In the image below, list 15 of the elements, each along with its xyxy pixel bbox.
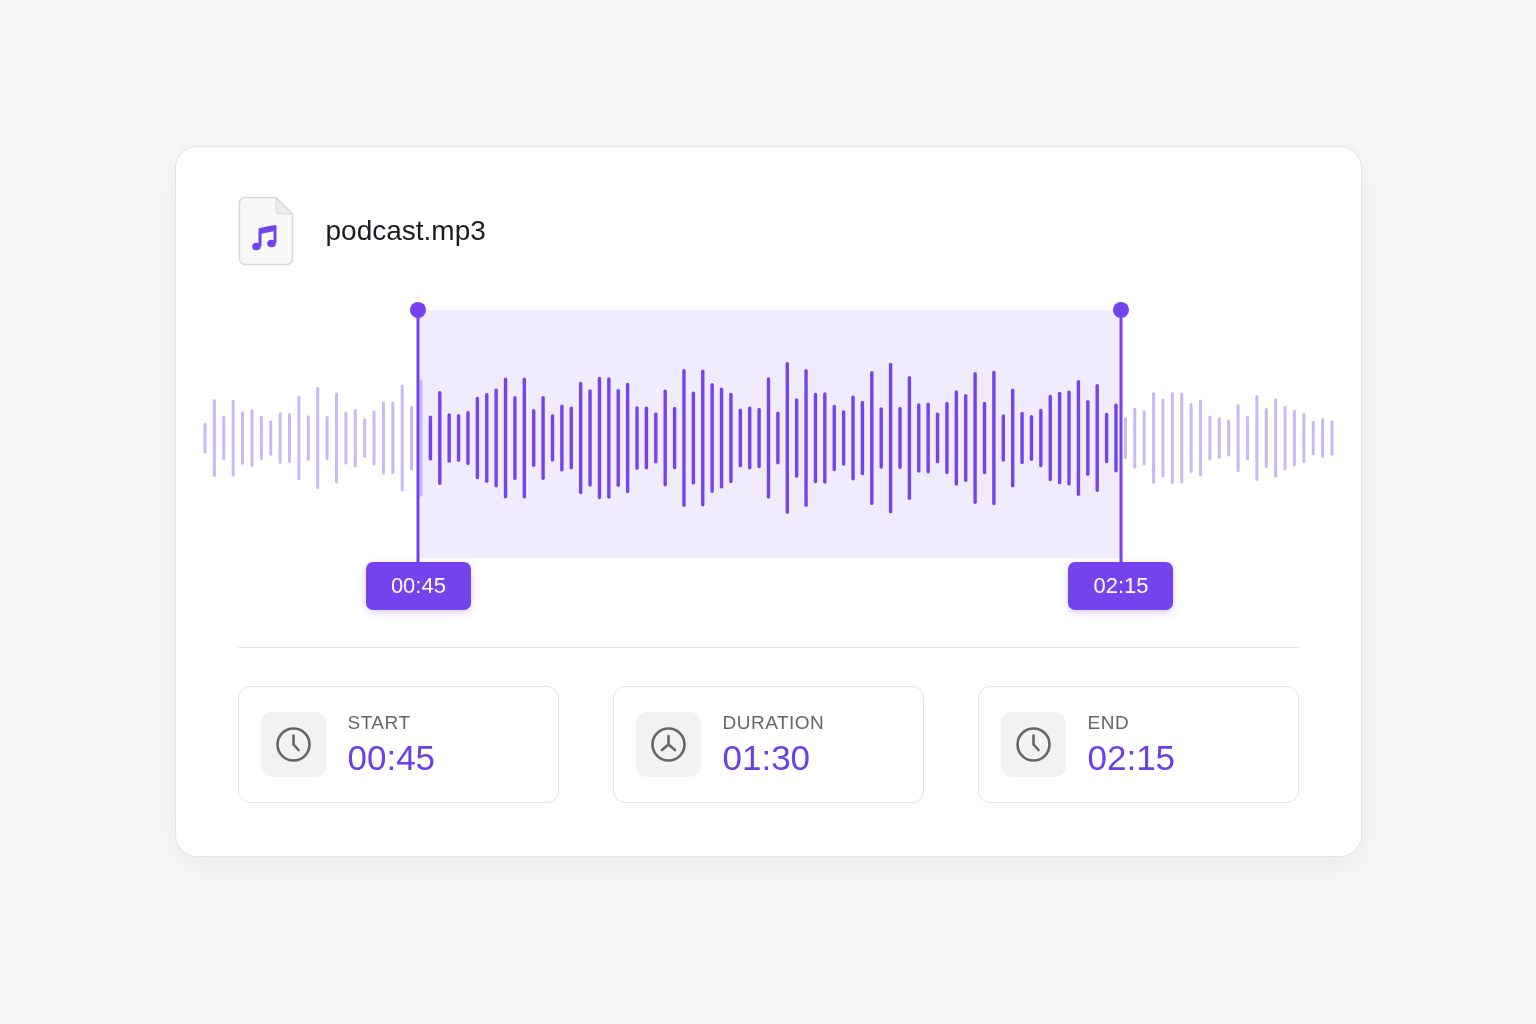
stat-value: 02:15 (1087, 738, 1176, 778)
stat-label: START (347, 711, 412, 734)
stat-value: 01:30 (722, 738, 812, 778)
file-name: podcast.mp3 (325, 215, 486, 247)
trim-handle[interactable] (410, 302, 427, 562)
handle-time-label: 02:15 (1068, 562, 1174, 610)
clock-icon (260, 712, 326, 777)
stat-label: DURATION (722, 711, 825, 734)
stat-label: END (1087, 711, 1131, 734)
trim-handle[interactable] (1113, 302, 1129, 562)
dial-icon (635, 712, 701, 777)
handle-time-label: 00:45 (365, 562, 471, 610)
stat-value: 00:45 (347, 738, 436, 778)
clock-icon (1000, 712, 1066, 777)
audio-file-icon (237, 196, 294, 266)
